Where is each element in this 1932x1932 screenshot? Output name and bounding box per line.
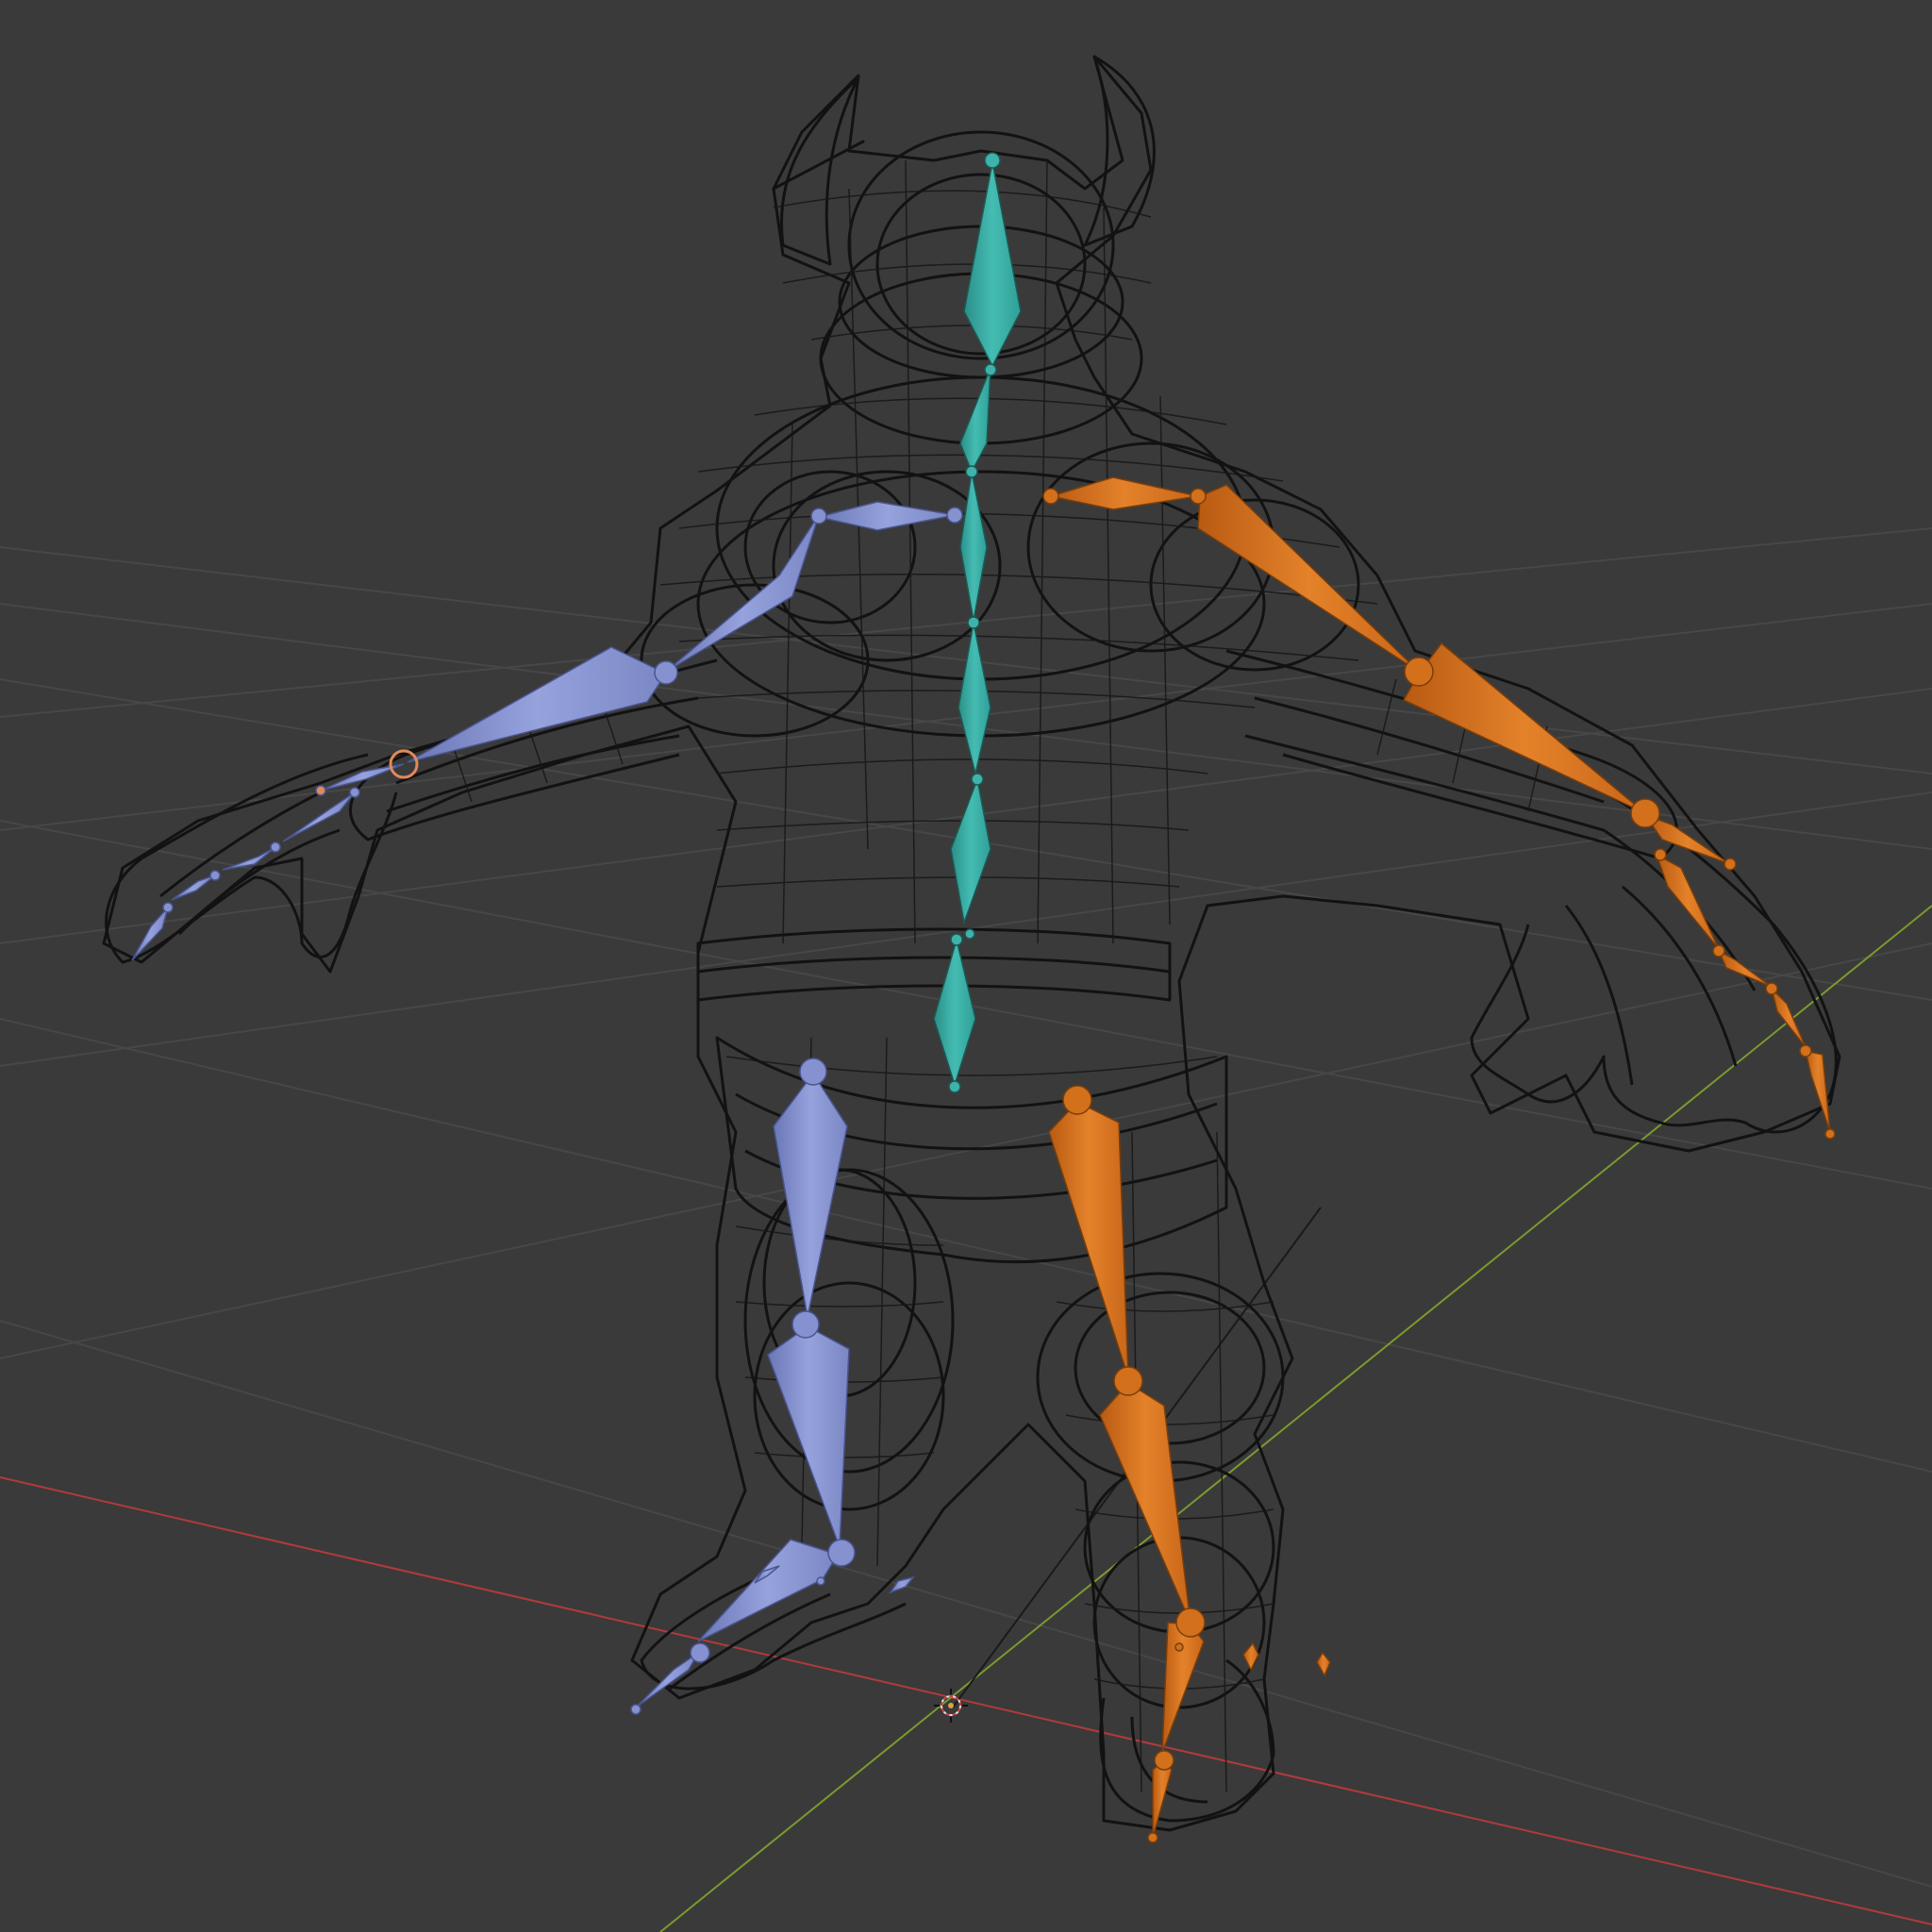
joint-ball-left[interactable] xyxy=(690,1642,710,1663)
bone-thigh-right xyxy=(1048,1101,1129,1378)
joint-finger-left-2[interactable] xyxy=(270,841,281,853)
joint-hip-right[interactable] xyxy=(1062,1085,1092,1115)
joint-finger-right-4[interactable] xyxy=(1799,1044,1812,1058)
bone-finger-right-1 xyxy=(1655,853,1720,950)
bone-finger-left-4 xyxy=(131,907,169,961)
bone-heel-right-a xyxy=(1242,1641,1259,1672)
bone-spine xyxy=(950,776,991,925)
joint-toe-right-tip[interactable] xyxy=(1147,1832,1158,1843)
bone-finger-right-2 xyxy=(1717,949,1773,988)
joint-finger-left-1[interactable] xyxy=(349,787,360,798)
joint-finger-left-4[interactable] xyxy=(162,902,174,913)
joint-hand-left-tail[interactable] xyxy=(315,785,326,796)
joint-wrist-right[interactable] xyxy=(1630,798,1660,828)
joint-elbow-left[interactable] xyxy=(654,660,678,685)
joint-head-top[interactable] xyxy=(984,152,1001,169)
joint-neck[interactable] xyxy=(984,363,997,376)
bone-toe-right xyxy=(1152,1758,1173,1839)
mesh-hatching xyxy=(452,159,1548,1793)
joint-shoulder-left[interactable] xyxy=(946,507,963,524)
3d-viewport[interactable] xyxy=(0,0,1932,1932)
bone-shin-right xyxy=(1099,1382,1191,1624)
joint-hips-tail[interactable] xyxy=(948,1080,961,1093)
bone-shoulder-left xyxy=(818,501,956,531)
spine-bone-chain[interactable] xyxy=(933,152,1022,1093)
bone-finger-left-1 xyxy=(282,791,356,842)
joint-toe-left-tip[interactable] xyxy=(630,1704,641,1715)
joint-upperarm-right[interactable] xyxy=(1190,488,1207,505)
joint-ankle-right[interactable] xyxy=(1175,1607,1206,1638)
joint-heel-right[interactable] xyxy=(1174,1642,1184,1652)
bone-chest-upper xyxy=(959,471,988,622)
mesh-horn-left xyxy=(780,75,860,266)
joint-elbow-right[interactable] xyxy=(1404,657,1434,687)
bone-thigh-left xyxy=(773,1072,848,1318)
joint-hips-top[interactable] xyxy=(950,933,963,946)
joint-shoulder-right[interactable] xyxy=(1042,488,1059,505)
bone-chest xyxy=(958,622,991,774)
joint-hand-right-tail[interactable] xyxy=(1724,858,1737,871)
bone-forearm-right xyxy=(1402,641,1646,814)
joint-finger-right-2[interactable] xyxy=(1712,944,1725,958)
mesh-leg-left xyxy=(743,1168,955,1474)
joint-heel-left[interactable] xyxy=(816,1576,825,1586)
joint-knee-left[interactable] xyxy=(791,1310,820,1339)
viewport-canvas[interactable] xyxy=(0,0,1932,1932)
joint-upperarm-left[interactable] xyxy=(810,508,827,525)
bone-hips xyxy=(933,937,976,1088)
joint-finger-right-3[interactable] xyxy=(1765,982,1778,995)
joint-ball-right[interactable] xyxy=(1154,1750,1174,1771)
bone-neck xyxy=(959,367,991,474)
bone-finger-right-3 xyxy=(1770,986,1807,1048)
joint-finger-right-1[interactable] xyxy=(1654,848,1667,861)
bone-heel-right-b xyxy=(1316,1651,1331,1677)
joint-hip-left[interactable] xyxy=(799,1058,827,1086)
x-axis-line xyxy=(0,1476,1932,1925)
joint-knee-right[interactable] xyxy=(1113,1366,1143,1396)
joint-ankle-left[interactable] xyxy=(827,1539,856,1567)
bone-finger-left-3 xyxy=(171,874,216,901)
joint-chest[interactable] xyxy=(967,616,980,629)
joint-finger-right-tip[interactable] xyxy=(1824,1128,1836,1140)
joint-chest-upper[interactable] xyxy=(965,465,978,478)
bone-toe-left xyxy=(635,1652,699,1708)
joint-finger-left-3[interactable] xyxy=(209,870,221,881)
joint-hips-top-2[interactable] xyxy=(964,928,975,940)
joint-spine[interactable] xyxy=(971,773,984,786)
bone-shin-left xyxy=(767,1325,850,1548)
bone-shoulder-right xyxy=(1050,476,1199,510)
